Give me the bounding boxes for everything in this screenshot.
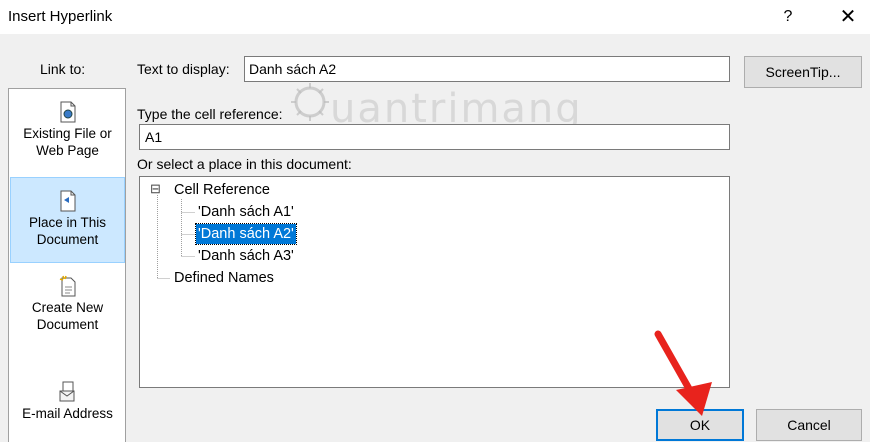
nav-item-label: Create New — [31, 300, 104, 315]
screentip-button[interactable]: ScreenTip... — [744, 56, 862, 88]
nav-item-label: Document — [36, 232, 99, 247]
new-document-icon — [59, 275, 75, 297]
red-arrow-annotation-icon — [654, 330, 712, 416]
nav-existing-file[interactable]: Existing File or Web Page — [10, 101, 125, 173]
tree-collapse-toggle[interactable]: ⊟ — [150, 179, 161, 199]
title-bar: Insert Hyperlink ? ✕ — [0, 0, 870, 34]
link-to-panel: Existing File or Web Page Place in This … — [8, 88, 126, 442]
file-globe-icon — [60, 101, 75, 123]
place-in-document-label: Or select a place in this document: — [137, 156, 352, 172]
watermark-logo-icon — [291, 83, 329, 121]
nav-item-label: Web Page — [36, 143, 99, 158]
text-to-display-field[interactable]: Danh sách A2 — [244, 56, 730, 82]
nav-email-address[interactable]: E-mail Address — [10, 381, 125, 421]
nav-place-in-document[interactable]: Place in This Document — [10, 177, 125, 263]
text-to-display-label: Text to display: — [137, 61, 230, 77]
email-icon — [59, 381, 74, 402]
nav-item-label: Existing File or — [23, 126, 112, 141]
cancel-button[interactable]: Cancel — [756, 409, 862, 441]
document-place-icon — [60, 190, 75, 212]
nav-item-label: Place in This — [28, 215, 107, 230]
tree-node-sheet[interactable]: 'Danh sách A1' — [198, 202, 294, 222]
dialog-title: Insert Hyperlink — [8, 8, 113, 25]
nav-item-label: Document — [36, 317, 99, 332]
nav-create-new-document[interactable]: Create New Document — [10, 275, 125, 347]
tree-node-sheet[interactable]: 'Danh sách A3' — [198, 246, 294, 266]
tree-node-sheet-selected[interactable]: 'Danh sách A2' — [195, 223, 297, 245]
link-to-label: Link to: — [40, 61, 86, 77]
cell-reference-label: Type the cell reference: — [137, 106, 283, 122]
document-place-tree[interactable]: ⊟ Cell Reference 'Danh sách A1' 'Danh sá… — [139, 176, 730, 388]
close-button[interactable]: ✕ — [834, 5, 862, 29]
tree-node-defined-names[interactable]: Defined Names — [174, 268, 274, 288]
tree-node-cell-reference[interactable]: Cell Reference — [174, 180, 270, 200]
help-button[interactable]: ? — [776, 5, 800, 29]
cell-reference-field[interactable]: A1 — [139, 124, 730, 150]
nav-item-label: E-mail Address — [22, 406, 113, 421]
